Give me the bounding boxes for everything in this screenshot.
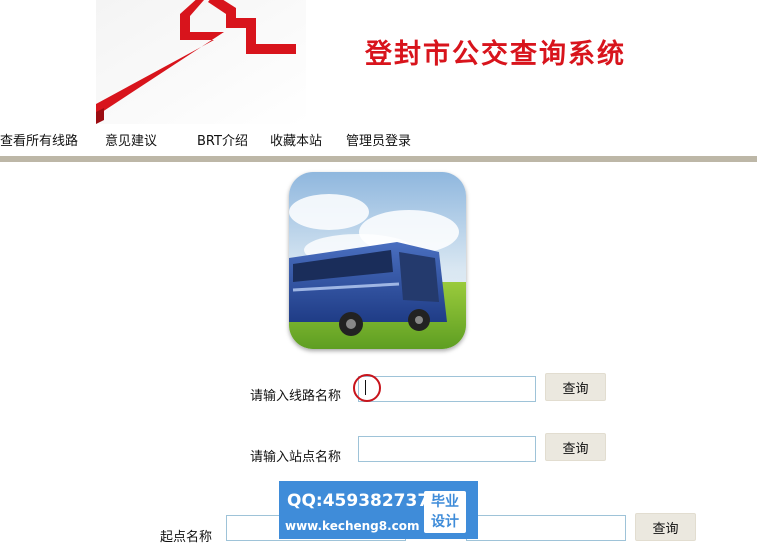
route-name-input[interactable]	[358, 376, 536, 402]
nav-feedback[interactable]: 意见建议	[105, 130, 157, 149]
nav-brt-intro[interactable]: BRT介绍	[197, 130, 248, 149]
header-banner: 登封市公交查询系统	[0, 0, 757, 124]
nav-all-routes[interactable]: 查看所有线路	[0, 130, 78, 149]
site-title: 登封市公交查询系统	[365, 39, 626, 70]
main-nav: 查看所有线路 意见建议 BRT介绍 收藏本站 管理员登录	[0, 130, 757, 150]
watermark-badge-line2: 设计	[431, 514, 459, 530]
nav-bookmark[interactable]: 收藏本站	[270, 130, 322, 149]
watermark-badge-line1: 毕业	[431, 494, 459, 510]
watermark-badge: 毕业 设计	[424, 491, 466, 533]
station-name-label: 请输入站点名称	[250, 450, 342, 465]
cursor-highlight-icon	[353, 374, 381, 402]
trip-search-button[interactable]: 查询	[635, 513, 696, 541]
nav-divider	[0, 156, 757, 162]
watermark-url: www.kecheng8.com	[285, 519, 420, 533]
nav-admin-login[interactable]: 管理员登录	[346, 130, 411, 149]
station-search-button[interactable]: 查询	[545, 433, 606, 461]
watermark-banner: QQ:459382737 www.kecheng8.com 毕业 设计	[279, 481, 478, 539]
route-search-button[interactable]: 查询	[545, 373, 606, 401]
bus-icon	[289, 172, 466, 349]
station-name-input[interactable]	[358, 436, 536, 462]
watermark-qq: QQ:459382737	[287, 491, 430, 511]
house-logo-icon	[96, 0, 306, 124]
end-station-input[interactable]	[466, 515, 626, 541]
route-name-label: 请输入线路名称	[250, 389, 342, 404]
start-station-label: 起点名称	[160, 530, 213, 545]
